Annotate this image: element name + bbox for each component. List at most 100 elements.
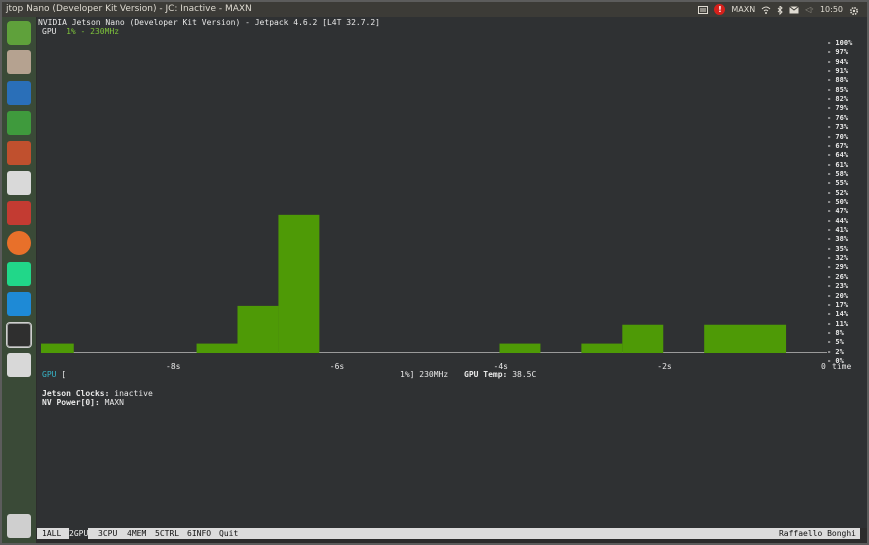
gpu-usage-bar (237, 305, 279, 353)
ubuntu-dash-icon[interactable] (7, 21, 31, 45)
gpu-bar-open: [ (61, 370, 67, 379)
menu-label: ALL (46, 529, 62, 538)
y-tick-label: - 32% (827, 254, 849, 263)
y-tick-label: - 58% (827, 169, 849, 178)
y-tick-label: - 82% (827, 95, 849, 104)
quit-button[interactable]: Quit (219, 528, 238, 539)
y-tick-label: - 88% (827, 76, 849, 85)
menu-tab-cpu[interactable]: 3CPU (98, 528, 117, 539)
volume-icon[interactable]: ◁· (805, 5, 814, 14)
menu-label: CTRL (159, 529, 180, 538)
menu-tab-all[interactable]: 1ALL (42, 528, 61, 539)
gpu-usage-bar (41, 343, 74, 353)
gpu-bar-close: 1%] 230MHz (400, 370, 449, 379)
y-tick-label: - 67% (827, 141, 849, 150)
gpu-usage-chart (41, 214, 827, 353)
gpu-header-label: GPU (42, 27, 57, 36)
firefox-icon[interactable] (7, 231, 31, 255)
menu-label: INFO (191, 529, 212, 538)
x-axis-title: time (832, 362, 852, 371)
y-tick-label: - 29% (827, 263, 849, 272)
menu-tab-gpu[interactable]: 2GPU (69, 528, 89, 539)
jetson-clocks-value: inactive (114, 389, 153, 398)
gpu-temp: GPU Temp: 38.5C (464, 370, 536, 379)
system-settings-icon[interactable] (7, 201, 31, 225)
vscode-icon[interactable] (7, 292, 31, 316)
window-title: jtop Nano (Developer Kit Version) - JC: … (6, 4, 252, 14)
top-panel: jtop Nano (Developer Kit Version) - JC: … (2, 2, 867, 17)
menu-label: MEM (131, 529, 147, 538)
gpu-bar: GPU [ (42, 370, 66, 379)
launcher (2, 17, 36, 543)
menu-tab-mem[interactable]: 4MEM (127, 528, 146, 539)
x-tick-label: 0 (821, 362, 826, 371)
keyboard-icon[interactable] (698, 5, 709, 14)
jetson-clocks: Jetson Clocks: inactive (42, 389, 153, 398)
gpu-bar-value: 1%] 230MHz (400, 370, 448, 379)
nv-power-label: NV Power[0]: (42, 398, 100, 407)
y-tick-label: - 100% (827, 39, 853, 47)
mail-icon[interactable] (789, 5, 800, 14)
trash-icon[interactable] (7, 514, 31, 538)
pycharm-icon[interactable] (7, 262, 31, 286)
gpu-usage-bar (581, 343, 623, 353)
drive-icon[interactable] (7, 353, 31, 377)
y-tick-label: - 79% (827, 104, 849, 113)
gpu-usage-bar (622, 324, 664, 353)
clock[interactable]: 10:50 (820, 5, 843, 14)
y-tick-label: - 47% (827, 207, 849, 216)
menu-label: GPU (73, 529, 89, 538)
y-tick-label: - 94% (827, 57, 849, 66)
terminal-icon[interactable] (6, 322, 32, 348)
jtop-terminal[interactable]: NVIDIA Jetson Nano (Developer Kit Versio… (37, 17, 860, 528)
power-mode-label[interactable]: MAXN (731, 5, 755, 14)
gear-icon[interactable] (849, 6, 859, 15)
y-tick-label: - 38% (827, 235, 849, 244)
y-tick-label: - 85% (827, 85, 849, 94)
y-tick-label: - 61% (827, 160, 849, 169)
y-tick-label: - 91% (827, 67, 849, 76)
gpu-header-value: 1% - 230MHz (66, 27, 120, 36)
x-tick-label: -2s (657, 362, 672, 371)
nv-power: NV Power[0]: MAXN (42, 398, 124, 407)
desktop-frame: jtop Nano (Developer Kit Version) - JC: … (0, 0, 869, 545)
calc-icon[interactable] (7, 111, 31, 135)
scrollbar[interactable] (860, 17, 867, 528)
y-tick-label: - 41% (827, 226, 849, 235)
y-tick-label: - 73% (827, 123, 849, 132)
y-tick-label: - 50% (827, 198, 849, 206)
y-tick-label: - 70% (827, 132, 849, 141)
y-tick-label: - 26% (827, 272, 849, 281)
bluetooth-icon[interactable] (777, 4, 783, 15)
writer-icon[interactable] (7, 81, 31, 105)
y-axis-labels: - 100% - 97% - 94% - 91% - 88% - 85% - 82% - 79… (827, 37, 862, 365)
x-tick-label: -6s (329, 362, 345, 371)
y-tick-label: - 52% (827, 188, 849, 197)
software-center-icon[interactable] (7, 171, 31, 195)
gpu-usage-bar (499, 343, 541, 353)
y-tick-label: - 35% (827, 244, 849, 253)
wifi-icon[interactable] (761, 6, 771, 14)
y-tick-label: - 44% (827, 216, 849, 225)
y-tick-label: - 97% (827, 48, 849, 57)
y-tick-label: - 17% (827, 300, 849, 309)
impress-icon[interactable] (7, 141, 31, 165)
nv-power-value: MAXN (104, 398, 124, 407)
y-tick-label: - 5% (827, 338, 844, 347)
files-icon[interactable] (7, 50, 31, 74)
y-tick-label: - 2% (827, 347, 844, 356)
gpu-usage-bar (278, 214, 320, 353)
y-tick-label: - 64% (827, 151, 849, 160)
y-tick-label: - 8% (827, 328, 844, 337)
y-tick-label: - 14% (827, 310, 849, 319)
menu-tab-ctrl[interactable]: 5CTRL (155, 528, 179, 539)
gpu-usage-bar (196, 343, 238, 353)
alert-icon[interactable]: ! (714, 4, 726, 15)
y-tick-label: - 55% (827, 179, 849, 188)
board-info: NVIDIA Jetson Nano (Developer Kit Versio… (38, 18, 380, 27)
menu-label: CPU (102, 529, 118, 538)
gpu-temp-label: GPU Temp: (464, 370, 508, 379)
bottom-menu: 1ALL 2GPU 3CPU 4MEM 5CTRL 6INFO Quit Raf… (37, 528, 860, 539)
y-tick-label: - 20% (827, 291, 849, 300)
menu-tab-info[interactable]: 6INFO (187, 528, 211, 539)
